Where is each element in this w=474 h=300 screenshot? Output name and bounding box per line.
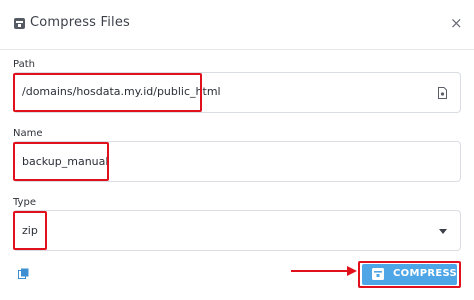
dialog-title: Compress Files bbox=[30, 15, 131, 30]
chevron-down-icon[interactable] bbox=[439, 229, 447, 234]
close-button[interactable]: × bbox=[450, 14, 463, 32]
file-icon[interactable] bbox=[438, 87, 447, 99]
type-select[interactable]: zip bbox=[13, 210, 461, 251]
copy-icon[interactable] bbox=[18, 268, 29, 279]
compress-label: COMPRESS bbox=[393, 268, 458, 279]
dialog-header: Compress Files × bbox=[0, 0, 474, 50]
name-label: Name bbox=[13, 128, 43, 139]
path-label: Path bbox=[13, 59, 35, 70]
compress-button[interactable]: COMPRESS bbox=[362, 264, 457, 285]
name-highlight bbox=[13, 142, 109, 181]
type-highlight bbox=[13, 211, 47, 250]
archive-icon bbox=[372, 268, 384, 280]
path-highlight bbox=[13, 73, 202, 112]
archive-icon bbox=[14, 18, 25, 29]
type-label: Type bbox=[13, 197, 36, 208]
arrow-right-icon bbox=[291, 266, 357, 276]
